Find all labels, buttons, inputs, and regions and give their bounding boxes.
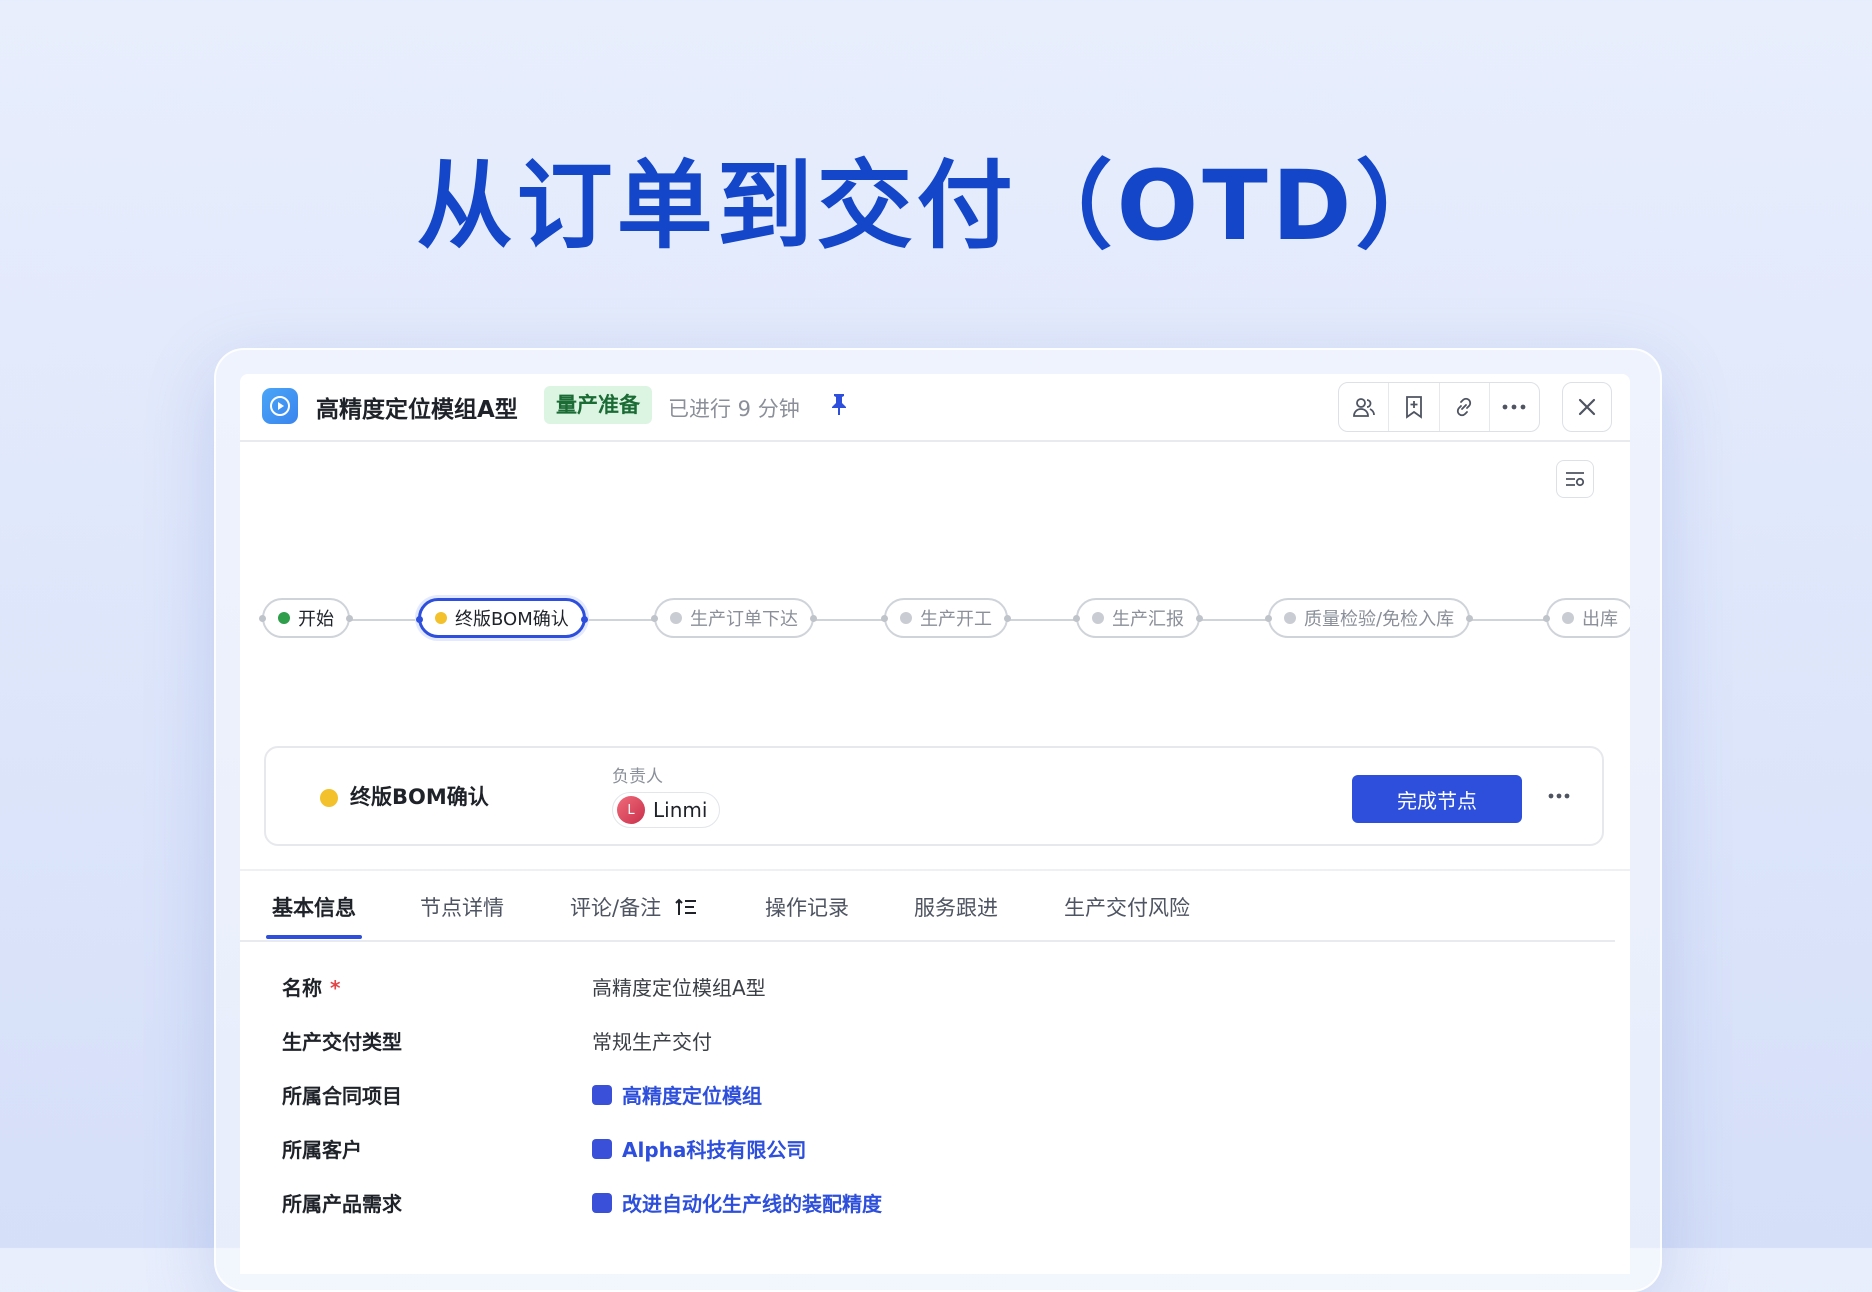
node-status-dot — [1092, 612, 1104, 624]
sort-icon[interactable] — [675, 897, 697, 917]
field-label: 所属客户 — [282, 1138, 362, 1162]
stage-badge[interactable]: 量产准备 — [544, 386, 652, 424]
flow-node-production-report[interactable]: 生产汇报 — [1073, 598, 1203, 638]
flow-node-label: 生产开工 — [920, 609, 992, 630]
product-requirement-link[interactable]: 改进自动化生产线的装配精度 — [592, 1188, 882, 1217]
field-delivery-type: 生产交付类型 常规生产交付 — [282, 1026, 712, 1055]
tab-node-details[interactable]: 节点详情 — [420, 892, 504, 922]
record-panel: 高精度定位模组A型 量产准备 已进行 9 分钟 开始 终版BOM确认 生产订单下… — [240, 374, 1630, 1274]
required-marker: * — [330, 976, 341, 1000]
flow-node-label: 开始 — [298, 609, 334, 630]
bookmark-icon — [1405, 396, 1422, 419]
field-value[interactable]: 高精度定位模组A型 — [592, 972, 766, 1001]
field-label: 生产交付类型 — [282, 1030, 402, 1054]
flow-node-outbound[interactable]: 出库 — [1543, 598, 1630, 638]
tab-operation-log[interactable]: 操作记录 — [765, 892, 849, 922]
current-node-status-dot — [320, 789, 338, 807]
field-label: 所属合同项目 — [282, 1084, 402, 1108]
settings-sliders-icon — [1566, 472, 1585, 487]
members-button[interactable] — [1339, 383, 1390, 431]
flow-node-bom-confirm[interactable]: 终版BOM确认 — [416, 598, 588, 638]
flow-settings-button[interactable] — [1556, 460, 1594, 498]
flow-node-start[interactable]: 开始 — [259, 598, 353, 638]
flow-node-label: 终版BOM确认 — [455, 609, 569, 630]
field-label: 名称 * — [282, 976, 341, 1000]
node-more-button[interactable] — [1544, 784, 1574, 808]
flow-node-label: 质量检验/免检入库 — [1304, 609, 1455, 630]
flow-node-production-order[interactable]: 生产订单下达 — [651, 598, 817, 638]
record-type-icon — [592, 1138, 612, 1159]
elapsed-time: 已进行 9 分钟 — [668, 397, 800, 421]
record-header: 高精度定位模组A型 量产准备 已进行 9 分钟 — [240, 374, 1630, 442]
field-name: 名称 * 高精度定位模组A型 — [282, 972, 766, 1001]
tab-comments-label: 评论/备注 — [570, 896, 662, 920]
field-value[interactable]: 常规生产交付 — [592, 1026, 712, 1055]
owner-label: 负责人 — [612, 767, 663, 787]
link-icon — [1456, 397, 1472, 417]
customer-link[interactable]: Alpha科技有限公司 — [592, 1134, 806, 1163]
flow-node-production-start[interactable]: 生产开工 — [881, 598, 1011, 638]
field-contract-project: 所属合同项目 高精度定位模组 — [282, 1080, 762, 1109]
node-status-dot — [670, 612, 682, 624]
tab-basic-info[interactable]: 基本信息 — [272, 892, 356, 922]
tab-delivery-risk[interactable]: 生产交付风险 — [1064, 892, 1190, 922]
app-play-icon — [262, 388, 298, 424]
flow-node-quality-inspection[interactable]: 质量检验/免检入库 — [1265, 598, 1474, 638]
flow-node-label: 出库 — [1582, 609, 1618, 630]
node-status-dot — [1562, 612, 1574, 624]
more-icon — [1502, 404, 1526, 410]
section-divider — [240, 869, 1630, 871]
avatar: L — [617, 796, 645, 824]
record-title: 高精度定位模组A型 — [316, 397, 518, 423]
more-button[interactable] — [1490, 383, 1539, 431]
field-product-requirement: 所属产品需求 改进自动化生产线的装配精度 — [282, 1188, 882, 1217]
bookmark-button[interactable] — [1389, 383, 1440, 431]
node-status-dot — [278, 612, 290, 624]
record-type-icon — [592, 1192, 612, 1213]
field-customer: 所属客户 Alpha科技有限公司 — [282, 1134, 806, 1163]
record-type-icon — [592, 1084, 612, 1105]
tab-service-followup[interactable]: 服务跟进 — [914, 892, 998, 922]
close-icon — [1578, 398, 1596, 416]
header-toolbar — [1338, 382, 1540, 432]
more-icon — [1548, 793, 1570, 799]
tab-comments[interactable]: 评论/备注 — [570, 892, 697, 922]
members-icon — [1352, 398, 1375, 417]
close-button[interactable] — [1562, 382, 1612, 432]
complete-node-button[interactable]: 完成节点 — [1352, 775, 1522, 823]
node-status-dot — [435, 612, 447, 624]
node-status-dot — [1284, 612, 1296, 624]
flow-node-label: 生产订单下达 — [690, 609, 798, 630]
active-tab-indicator — [266, 935, 362, 939]
copy-link-button[interactable] — [1440, 383, 1490, 431]
contract-project-link[interactable]: 高精度定位模组 — [592, 1080, 762, 1109]
hero-title: 从订单到交付（OTD） — [416, 150, 1456, 262]
pin-icon[interactable] — [828, 392, 850, 416]
owner-chip[interactable]: L Linmi — [612, 792, 721, 828]
owner-name: Linmi — [653, 798, 708, 822]
detail-tabs: 基本信息 节点详情 评论/备注 操作记录 服务跟进 生产交付风险 — [240, 872, 1615, 942]
flow-node-label: 生产汇报 — [1112, 609, 1184, 630]
field-label: 所属产品需求 — [282, 1192, 402, 1216]
node-status-dot — [900, 612, 912, 624]
current-node-card: 终版BOM确认 负责人 L Linmi 完成节点 — [264, 746, 1604, 846]
current-node-name: 终版BOM确认 — [350, 785, 489, 809]
